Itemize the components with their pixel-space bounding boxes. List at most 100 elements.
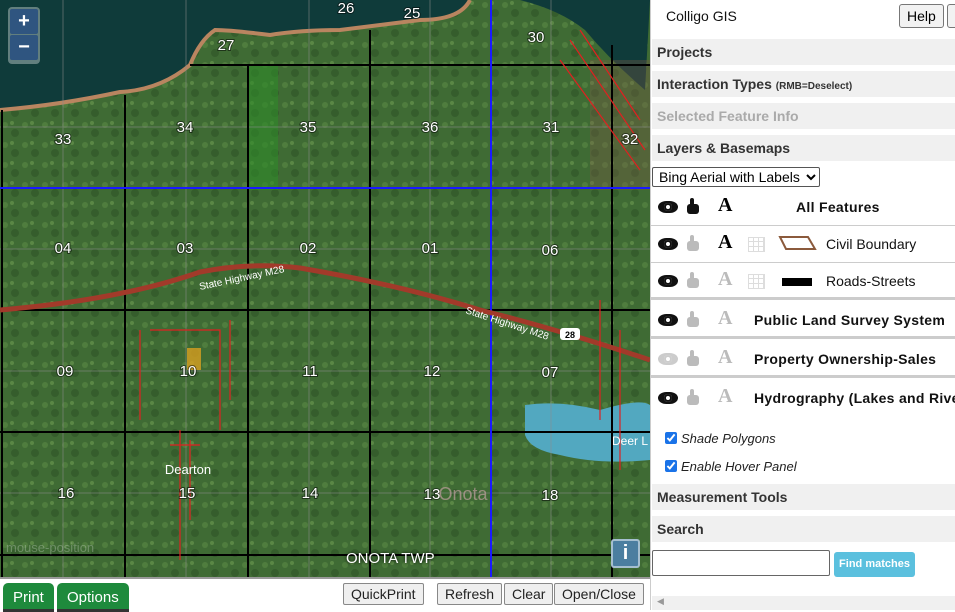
section-number-label: 31 — [543, 119, 560, 136]
layer-row-roads-streets: A Roads-Streets — [651, 263, 955, 300]
label-a-icon[interactable]: A — [718, 195, 732, 215]
layer-name: Public Land Survey System — [754, 312, 946, 328]
section-label: Layers & Basemaps — [657, 140, 791, 156]
section-number-label: 26 — [338, 0, 355, 17]
table-icon[interactable] — [748, 274, 765, 289]
shade-polygons-checkbox[interactable]: Shade Polygons — [665, 431, 776, 446]
label-a-icon[interactable]: A — [718, 269, 732, 289]
help-button[interactable]: Help — [899, 4, 944, 28]
label-a-icon[interactable]: A — [718, 308, 732, 328]
section-number-label: 01 — [422, 240, 439, 257]
label-a-icon[interactable]: A — [718, 347, 732, 367]
map-canvas[interactable]: 26 25 27 30 33 34 35 36 31 32 04 03 02 01 06 09 10 11 12 07… — [0, 0, 650, 577]
section-label: Measurement Tools — [657, 489, 788, 505]
select-hand-icon[interactable] — [687, 272, 699, 288]
section-number-label: 14 — [302, 485, 319, 502]
section-number-label: 16 — [58, 485, 75, 502]
section-layers-basemaps[interactable]: Layers & Basemaps — [652, 135, 955, 161]
search-input[interactable] — [652, 550, 830, 576]
visibility-eye-icon[interactable] — [658, 353, 678, 365]
print-tab[interactable]: Print — [3, 583, 54, 612]
place-label-deer-lake: Deer L — [612, 434, 648, 448]
section-projects[interactable]: Projects — [652, 39, 955, 65]
layer-name: Hydrography (Lakes and Rivers) — [754, 390, 955, 406]
visibility-eye-icon[interactable] — [658, 314, 678, 326]
info-button[interactable]: i — [611, 539, 640, 568]
visibility-eye-icon[interactable] — [658, 275, 678, 287]
basemap-select[interactable]: Bing Aerial with Labels — [652, 167, 820, 187]
place-label-onota: Onota — [438, 484, 488, 504]
line-legend-icon — [782, 278, 812, 286]
select-hand-icon[interactable] — [687, 350, 699, 366]
select-hand-icon[interactable] — [687, 235, 699, 251]
place-label-dearton: Dearton — [165, 462, 211, 477]
label-a-icon[interactable]: A — [718, 386, 732, 406]
open-close-button[interactable]: Open/Close — [554, 583, 644, 605]
section-number-label: 25 — [404, 5, 421, 22]
section-number-label: 10 — [180, 363, 197, 380]
layer-name: Civil Boundary — [826, 236, 917, 252]
side-panel: Colligo GIS Help Projects Interaction Ty… — [650, 0, 955, 610]
zoom-in-button[interactable]: + — [10, 9, 38, 34]
app-title: Colligo GIS — [666, 8, 737, 24]
map-view[interactable]: 26 25 27 30 33 34 35 36 31 32 04 03 02 01 06 09 10 11 12 07… — [0, 0, 650, 577]
layer-name: All Features — [796, 199, 880, 215]
select-hand-icon[interactable] — [687, 198, 699, 214]
section-note: (RMB=Deselect) — [775, 81, 853, 92]
layer-row-all-features: A All Features — [651, 189, 955, 226]
layer-row-hydrography: A Hydrography (Lakes and Rivers) — [651, 380, 955, 417]
section-label: Selected Feature Info — [657, 108, 799, 124]
quickprint-button[interactable]: QuickPrint — [343, 583, 424, 605]
section-number-label: 36 — [422, 119, 439, 136]
section-label: Search — [657, 521, 704, 537]
section-number-label: 06 — [542, 242, 559, 259]
section-number-label: 33 — [55, 131, 72, 148]
extra-button[interactable] — [947, 4, 955, 28]
visibility-eye-icon[interactable] — [658, 201, 678, 213]
township-label: ONOTA TWP — [346, 550, 435, 567]
polygon-legend-icon — [778, 236, 817, 250]
layer-name: Roads-Streets — [826, 273, 916, 289]
section-label: Interaction Types — [657, 76, 772, 92]
zoom-out-button[interactable]: − — [10, 35, 38, 60]
zoom-control: + − — [8, 7, 40, 64]
table-icon[interactable] — [748, 237, 765, 252]
horizontal-scrollbar[interactable]: ◀ — [652, 596, 955, 610]
mouse-position: mouse-position — [6, 540, 95, 555]
section-number-label: 12 — [424, 363, 441, 380]
section-interaction-types[interactable]: Interaction Types (RMB=Deselect) — [652, 71, 955, 97]
label-a-icon[interactable]: A — [718, 232, 732, 252]
checkbox-label: Enable Hover Panel — [681, 459, 797, 474]
visibility-eye-icon[interactable] — [658, 392, 678, 404]
section-number-label: 07 — [542, 364, 559, 381]
checkbox[interactable] — [665, 460, 677, 472]
section-number-label: 35 — [300, 119, 317, 136]
checkbox-label: Shade Polygons — [681, 431, 776, 446]
clear-button[interactable]: Clear — [504, 583, 554, 605]
select-hand-icon[interactable] — [687, 311, 699, 327]
options-tab[interactable]: Options — [57, 583, 129, 612]
select-hand-icon[interactable] — [687, 389, 699, 405]
section-number-label: 34 — [177, 119, 194, 136]
find-matches-button[interactable]: Find matches — [834, 552, 915, 577]
layer-row-property-ownership: A Property Ownership-Sales — [651, 341, 955, 378]
section-number-label: 11 — [302, 363, 318, 380]
section-number-label: 30 — [528, 29, 545, 46]
highway-shield-number: 28 — [565, 330, 575, 340]
section-number-label: 18 — [542, 487, 559, 504]
visibility-eye-icon[interactable] — [658, 238, 678, 250]
section-number-label: 15 — [179, 485, 196, 502]
checkbox[interactable] — [665, 432, 677, 444]
layer-row-civil-boundary: A Civil Boundary — [651, 226, 955, 263]
refresh-button[interactable]: Refresh — [437, 583, 503, 605]
layer-name: Property Ownership-Sales — [754, 351, 937, 367]
section-number-label: 04 — [55, 240, 72, 257]
bottom-toolbar: Print Options QuickPrint Refresh Clear O… — [0, 577, 650, 612]
enable-hover-panel-checkbox[interactable]: Enable Hover Panel — [665, 459, 797, 474]
section-selected-feature-info: Selected Feature Info — [652, 103, 955, 129]
section-number-label: 27 — [218, 37, 235, 54]
section-search[interactable]: Search — [652, 516, 955, 542]
layer-row-plss: A Public Land Survey System — [651, 302, 955, 339]
section-measurement-tools[interactable]: Measurement Tools — [652, 484, 955, 510]
section-number-label: 02 — [300, 240, 317, 257]
